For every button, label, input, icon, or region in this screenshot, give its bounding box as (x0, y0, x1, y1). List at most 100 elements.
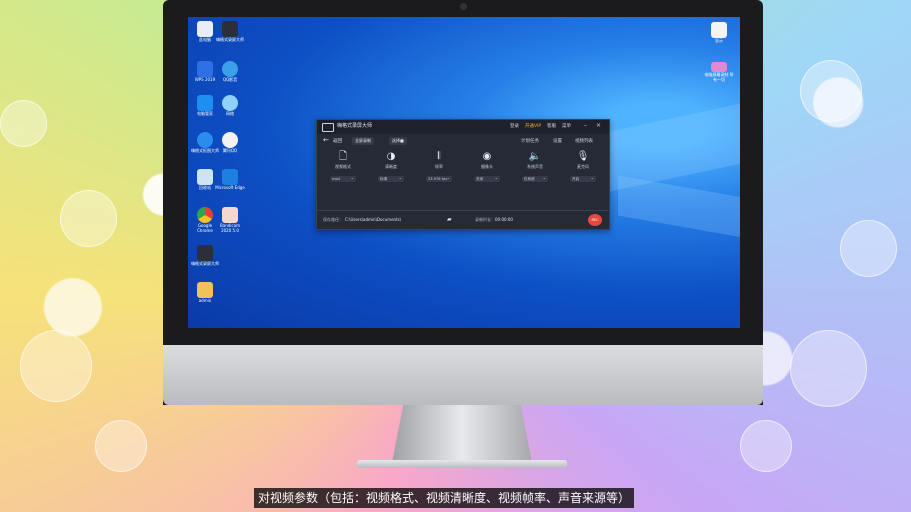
desktop-icon[interactable]: Microsoft Edge (215, 169, 245, 190)
desktop-icon[interactable]: 嗨格式录屏大师 (215, 21, 245, 42)
user-folder-icon (197, 282, 213, 298)
close-button[interactable]: × (596, 122, 601, 129)
login-link[interactable]: 登录 (510, 123, 519, 129)
toolbar: ← 返回 全屏录制 选择■ 计划任务 设置 视频列表 (317, 134, 609, 148)
window-title: 嗨格式录屏大师 (337, 123, 373, 129)
shield-icon (197, 95, 213, 111)
area-select[interactable]: 选择■ (389, 137, 407, 145)
qq-icon (222, 132, 238, 148)
desktop-icon-label: 网络 (226, 111, 234, 116)
option-framerate[interactable]: 𝄃 帧率 23.976 fps (421, 150, 457, 182)
status-bar: 保存路径： C:\Users\admin\Documents\ ▰ 录制时长： … (317, 213, 609, 228)
document-icon (711, 22, 727, 38)
desktop-icon[interactable]: 网络 (215, 95, 245, 116)
desktop-icon-label: admin (198, 298, 212, 303)
video-list-button[interactable]: 视频列表 (575, 138, 593, 144)
monitor-base (357, 460, 567, 468)
desktop-icon-label: Microsoft Edge (215, 185, 245, 190)
speaker-icon: 🔈 (528, 151, 542, 162)
menu-link[interactable]: 菜单 (562, 123, 571, 129)
minimize-button[interactable]: – (584, 122, 587, 129)
back-label[interactable]: 返回 (333, 138, 342, 144)
desktop-icon-label: Bandicam 2020 5.0 (220, 223, 240, 233)
folder-icon[interactable]: ▰ (447, 216, 452, 223)
monitor-stand (392, 405, 532, 463)
desktop-icon-label: 嗨格式录屏大师 (191, 261, 219, 266)
duration-label: 录制时长： (475, 217, 495, 222)
option-system-sound[interactable]: 🔈 系统声音 仅系统 (517, 150, 553, 182)
settings-button[interactable]: 设置 (553, 138, 562, 144)
cutout-app-icon (197, 132, 213, 148)
desktop-icon-label: 嗨格式录屏大师 (216, 37, 244, 42)
app-logo-icon (322, 123, 334, 132)
option-label: 系统声音 (527, 164, 543, 169)
desktop-icon[interactable]: Bandicam 2020 5.0 (215, 207, 245, 233)
option-label: 清晰度 (385, 164, 397, 169)
bokeh-bubble (0, 100, 47, 147)
divider (317, 210, 609, 211)
feedback-link[interactable]: 客服 (547, 123, 556, 129)
bandicam-icon (222, 207, 238, 223)
waveform-icon: 𝄃 (437, 151, 441, 162)
desktop-icon[interactable]: QQ影音 (215, 61, 245, 82)
option-clarity[interactable]: ◑ 清晰度 标清 (373, 150, 409, 182)
webcam (460, 3, 467, 10)
edge-icon (222, 169, 238, 185)
option-label: 摄像头 (481, 164, 493, 169)
desktop-icon[interactable]: 电脑屏幕录制 所有一切 (704, 62, 734, 82)
save-path-value: C:\Users\admin\Documents\ (345, 217, 402, 222)
bokeh-bubble (60, 190, 117, 247)
video-file-icon (711, 62, 727, 72)
back-arrow-icon[interactable]: ← (323, 136, 329, 144)
desktop-icon-label: QQ影音 (222, 77, 238, 82)
option-camera[interactable]: ◉ 摄像头 关闭 (469, 150, 505, 182)
bokeh-bubble (740, 420, 792, 472)
option-label: 视频格式 (335, 164, 351, 169)
wallpaper-light (618, 175, 740, 239)
monitor-chin (163, 345, 763, 405)
recorder-window: 嗨格式录屏大师 登录 开通VIP 客服 菜单 – × ← 返回 全屏录制 选择■… (316, 119, 610, 230)
wps-icon (197, 61, 213, 77)
duration-value: 00:00:00 (495, 217, 513, 222)
record-button[interactable]: REC (588, 214, 602, 226)
options-panel: 🗋 视频格式 mp4 ◑ 清晰度 标清 𝄃 帧率 23.976 fps ◉ 摄像… (317, 150, 609, 198)
bokeh-bubble (840, 220, 897, 277)
schedule-button[interactable]: 计划任务 (521, 138, 539, 144)
recorder-app-icon (222, 21, 238, 37)
title-bar: 嗨格式录屏大师 登录 开通VIP 客服 菜单 – × (317, 120, 609, 134)
desktop-icon-label: 电脑屏幕录制 所有一切 (704, 72, 734, 82)
vip-link[interactable]: 开通VIP (525, 123, 541, 129)
desktop-icon[interactable]: 嗨格式录屏大师 (190, 245, 220, 266)
option-format[interactable]: 🗋 视频格式 mp4 (325, 150, 361, 182)
bokeh-bubble (790, 330, 867, 407)
framerate-select[interactable]: 23.976 fps (426, 175, 452, 182)
desktop-icon[interactable]: 显示 (704, 22, 734, 43)
file-icon: 🗋 (338, 151, 348, 162)
desktop-icon[interactable]: admin (190, 282, 220, 303)
desktop-screen: 此电脑 嗨格式录屏大师 WPS 2019 QQ影音 电脑管家 网络 嗨格式抠图大… (188, 17, 740, 328)
video-player-icon (222, 61, 238, 77)
option-label: 帧率 (435, 164, 443, 169)
option-label: 麦克风 (577, 164, 589, 169)
camera-icon: ◉ (482, 151, 492, 162)
microphone-select[interactable]: 开启 (570, 175, 596, 182)
format-select[interactable]: mp4 (330, 175, 356, 182)
mic-icon: 🎙 (576, 151, 590, 162)
clarity-icon: ◑ (386, 151, 396, 162)
desktop-icon-label: 显示 (715, 38, 723, 43)
network-icon (222, 95, 238, 111)
system-sound-select[interactable]: 仅系统 (522, 175, 548, 182)
option-microphone[interactable]: 🎙 麦克风 开启 (565, 150, 601, 182)
record-mode-select[interactable]: 全屏录制 (352, 137, 374, 145)
bokeh-bubble (20, 330, 92, 402)
chrome-icon (197, 207, 213, 223)
desktop-icon[interactable]: 腾讯QQ (215, 132, 245, 153)
desktop-icon-label: 腾讯QQ (222, 148, 238, 153)
camera-select[interactable]: 关闭 (474, 175, 500, 182)
subtitle-caption: 对视频参数（包括：视频格式、视频清晰度、视频帧率、声音来源等） (254, 488, 635, 508)
recycle-bin-icon (197, 169, 213, 185)
bokeh-bubble (800, 60, 862, 122)
save-path-label: 保存路径： (323, 217, 343, 222)
clarity-select[interactable]: 标清 (378, 175, 404, 182)
recorder-app-icon (197, 245, 213, 261)
